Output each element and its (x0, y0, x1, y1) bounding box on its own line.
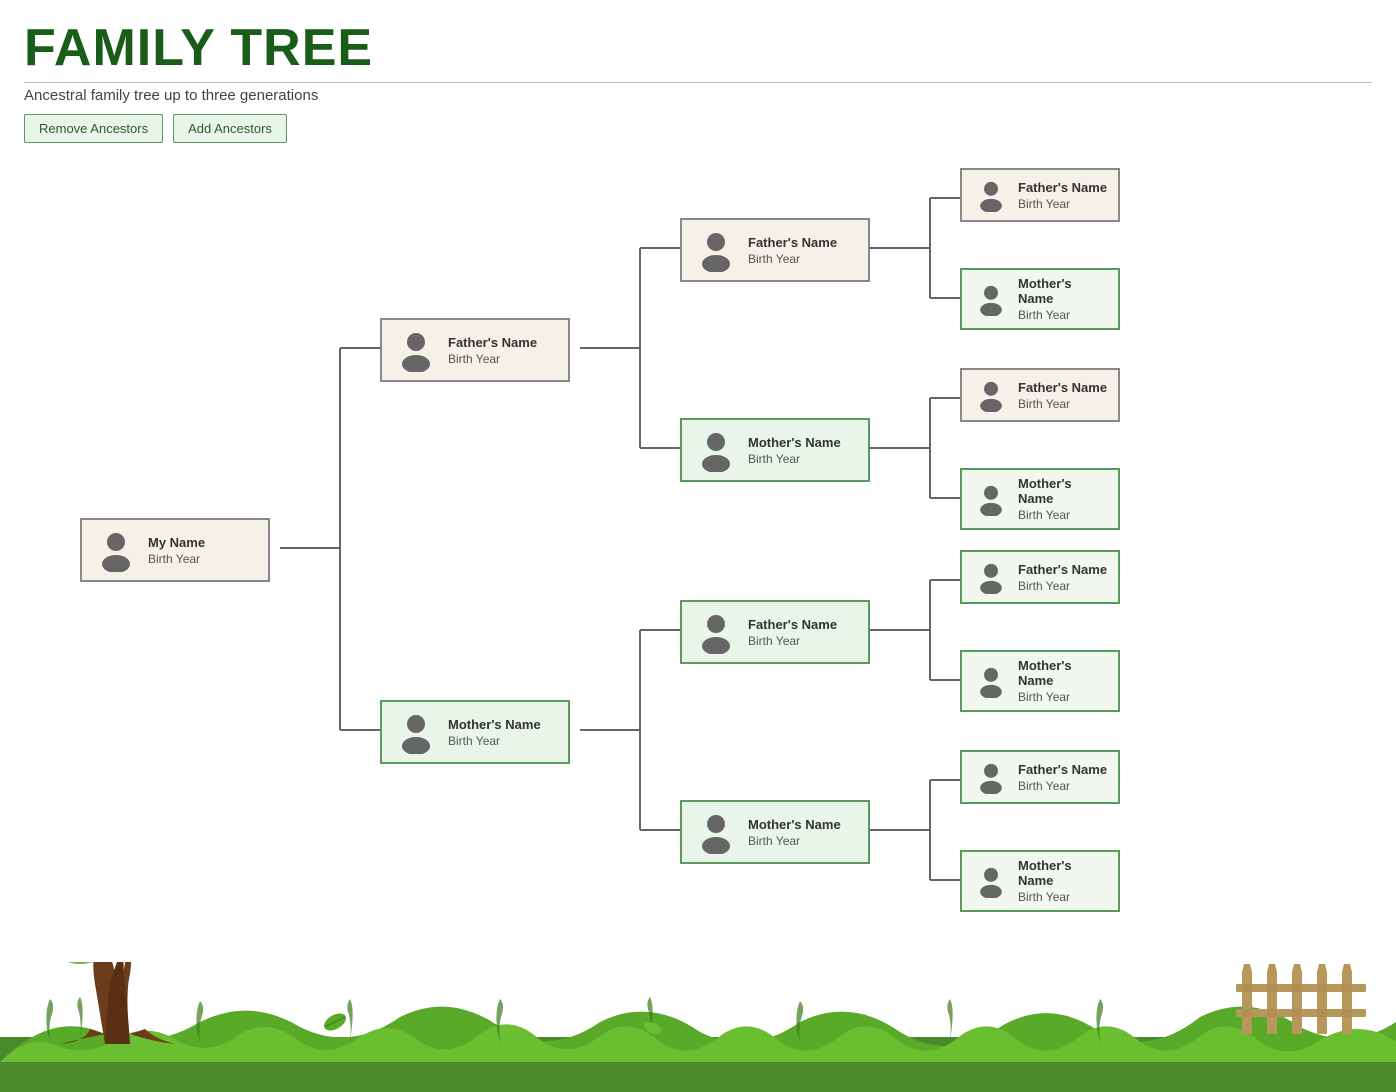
card-mm-name: Mother's Name (748, 817, 841, 832)
card-mmm-name: Mother's Name (1018, 858, 1108, 888)
leaf-1 (320, 1012, 350, 1032)
card-me-year: Birth Year (148, 552, 205, 566)
card-fmf-year: Birth Year (1018, 397, 1107, 411)
card-mf-name: Father's Name (748, 617, 837, 632)
page-title: FAMILY TREE (24, 18, 1372, 78)
remove-ancestors-button[interactable]: Remove Ancestors (24, 114, 163, 143)
avatar-ff (692, 226, 740, 274)
action-buttons: Remove Ancestors Add Ancestors (24, 114, 1372, 143)
card-mmm[interactable]: Mother's Name Birth Year (960, 850, 1120, 912)
card-fff-year: Birth Year (1018, 197, 1107, 211)
avatar-mfm (972, 662, 1010, 700)
card-fm-name: Mother's Name (748, 435, 841, 450)
avatar-fm (692, 426, 740, 474)
card-father-name: Father's Name (448, 335, 537, 350)
card-fmm[interactable]: Mother's Name Birth Year (960, 468, 1120, 530)
card-me[interactable]: My Name Birth Year (80, 518, 270, 582)
avatar-mother (392, 708, 440, 756)
card-mmf-name: Father's Name (1018, 762, 1107, 777)
card-mmm-year: Birth Year (1018, 890, 1108, 904)
avatar-mf (692, 608, 740, 656)
card-mfm-name: Mother's Name (1018, 658, 1108, 688)
subtitle: Ancestral family tree up to three genera… (24, 82, 1372, 104)
card-ff[interactable]: Father's Name Birth Year (680, 218, 870, 282)
add-ancestors-button[interactable]: Add Ancestors (173, 114, 287, 143)
avatar-ffm (972, 280, 1010, 318)
card-fmf-name: Father's Name (1018, 380, 1107, 395)
avatar-fmf (972, 376, 1010, 414)
avatar-mmf (972, 758, 1010, 796)
card-father-year: Birth Year (448, 352, 537, 366)
card-mother-year: Birth Year (448, 734, 541, 748)
avatar-fmm (972, 480, 1010, 518)
card-fm[interactable]: Mother's Name Birth Year (680, 418, 870, 482)
card-mmf[interactable]: Father's Name Birth Year (960, 750, 1120, 804)
fence-decoration (1236, 964, 1366, 1044)
card-mff[interactable]: Father's Name Birth Year (960, 550, 1120, 604)
card-mff-year: Birth Year (1018, 579, 1107, 593)
card-mother[interactable]: Mother's Name Birth Year (380, 700, 570, 764)
card-ff-name: Father's Name (748, 235, 837, 250)
card-mfm[interactable]: Mother's Name Birth Year (960, 650, 1120, 712)
bottom-decoration (0, 962, 1396, 1092)
card-fmm-year: Birth Year (1018, 508, 1108, 522)
header: FAMILY TREE Ancestral family tree up to … (0, 0, 1396, 143)
card-mm-year: Birth Year (748, 834, 841, 848)
card-mmf-year: Birth Year (1018, 779, 1107, 793)
avatar-mff (972, 558, 1010, 596)
card-fff-name: Father's Name (1018, 180, 1107, 195)
card-fff[interactable]: Father's Name Birth Year (960, 168, 1120, 222)
card-ffm-name: Mother's Name (1018, 276, 1108, 306)
card-ff-year: Birth Year (748, 252, 837, 266)
leaf-2 (640, 1019, 665, 1037)
card-mother-name: Mother's Name (448, 717, 541, 732)
leaf-3 (850, 1011, 872, 1027)
card-me-text: My Name Birth Year (148, 535, 205, 566)
tree-area: My Name Birth Year Father's Name Birth Y… (0, 140, 1396, 1000)
avatar-mmm (972, 862, 1010, 900)
avatar-mm (692, 808, 740, 856)
card-ffm[interactable]: Mother's Name Birth Year (960, 268, 1120, 330)
card-father[interactable]: Father's Name Birth Year (380, 318, 570, 382)
avatar-me (92, 526, 140, 574)
tree-decoration (10, 962, 230, 1044)
avatar-fff (972, 176, 1010, 214)
card-mf-year: Birth Year (748, 634, 837, 648)
card-mm[interactable]: Mother's Name Birth Year (680, 800, 870, 864)
card-ffm-year: Birth Year (1018, 308, 1108, 322)
avatar-father (392, 326, 440, 374)
card-fmm-name: Mother's Name (1018, 476, 1108, 506)
card-mfm-year: Birth Year (1018, 690, 1108, 704)
card-fmf[interactable]: Father's Name Birth Year (960, 368, 1120, 422)
card-me-name: My Name (148, 535, 205, 550)
card-mf[interactable]: Father's Name Birth Year (680, 600, 870, 664)
card-mff-name: Father's Name (1018, 562, 1107, 577)
card-fm-year: Birth Year (748, 452, 841, 466)
